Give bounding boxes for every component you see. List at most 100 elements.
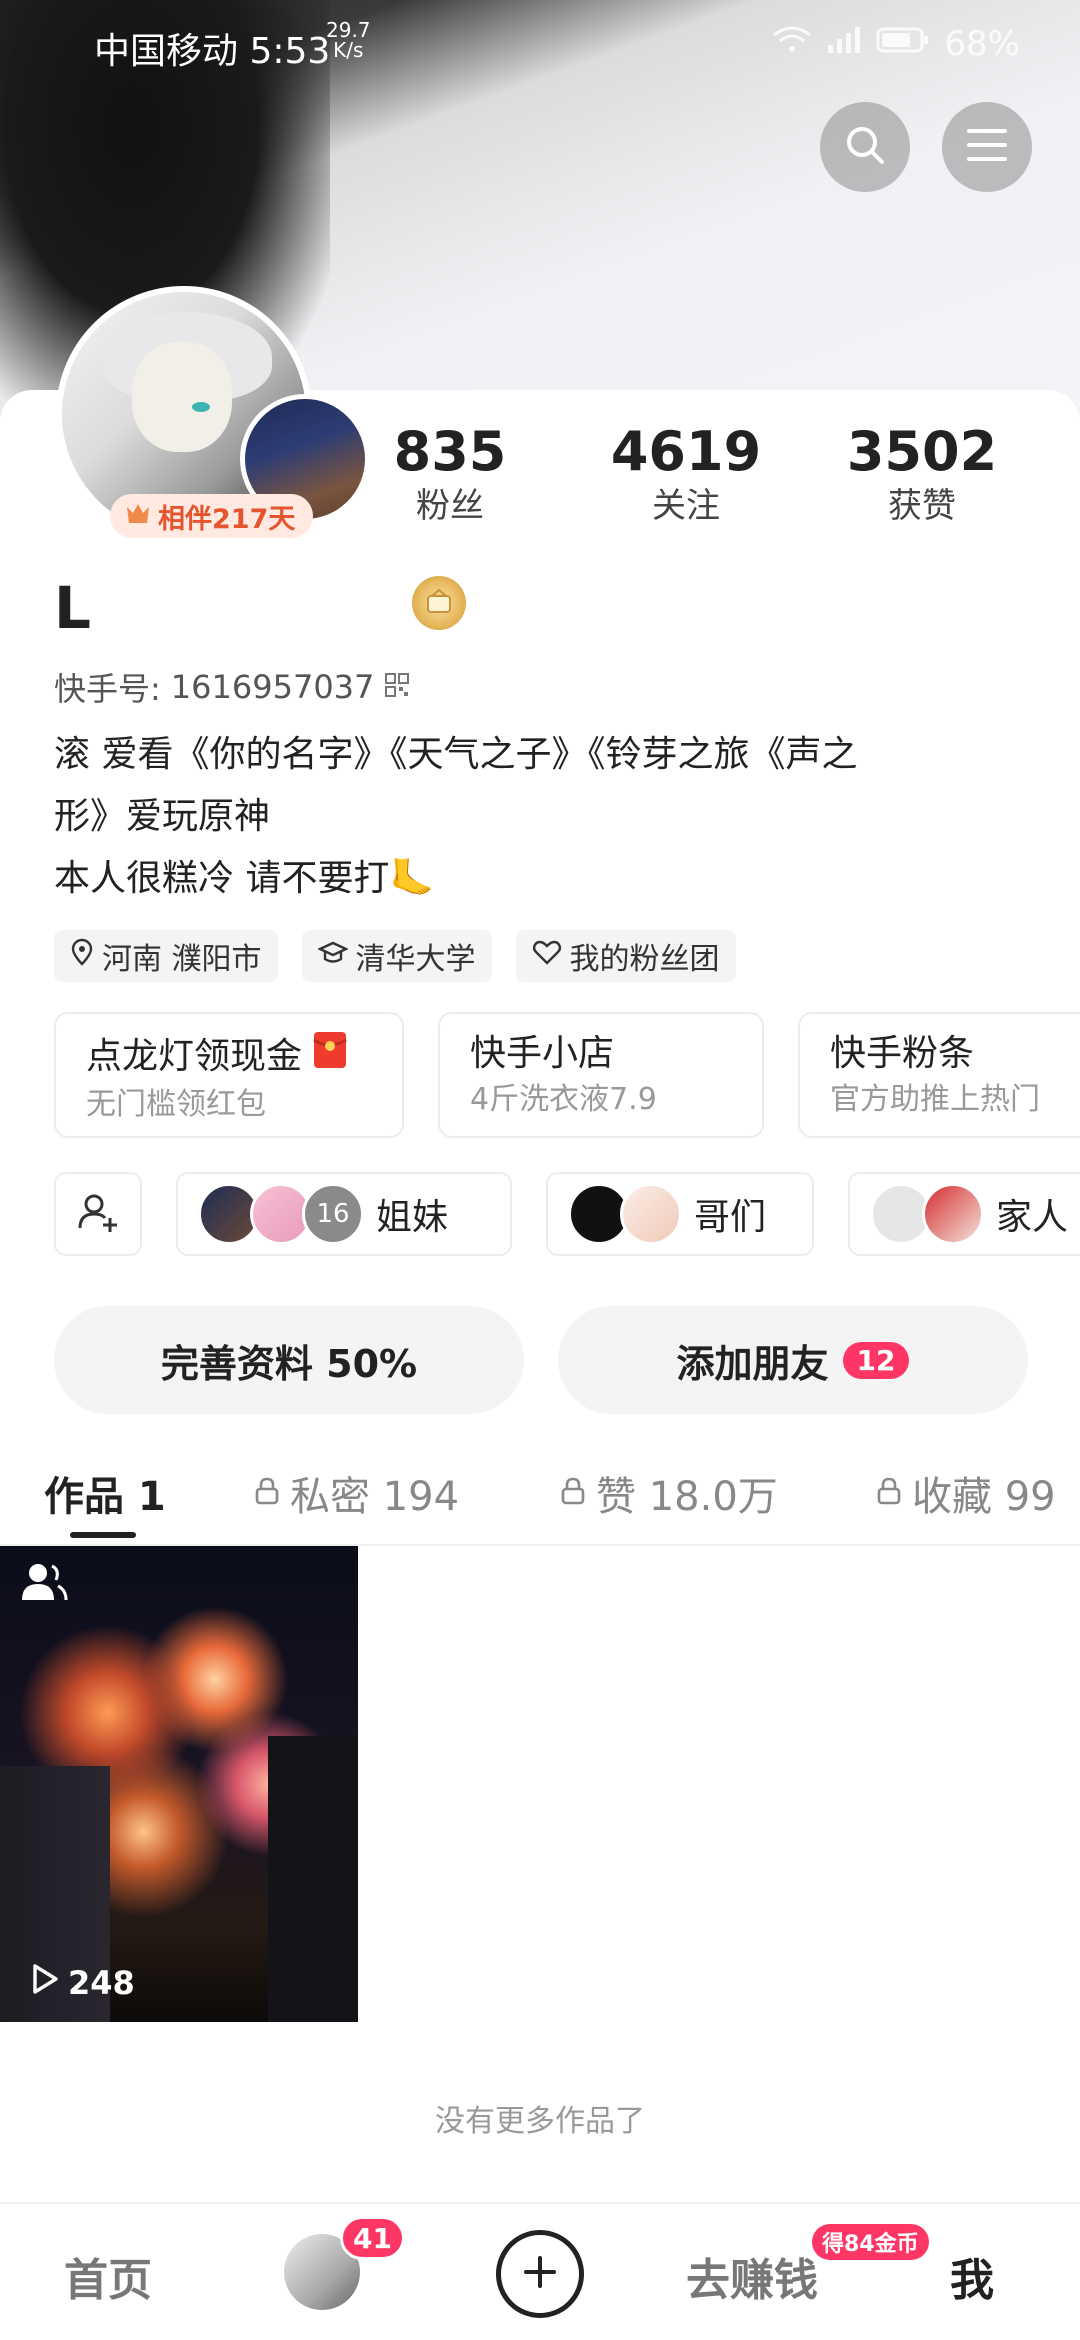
stat-label: 关注 xyxy=(652,486,720,526)
play-count-value: 248 xyxy=(68,1964,135,2002)
stat-following[interactable]: 4619 关注 xyxy=(606,420,766,528)
network-speed: 29.7 K/s xyxy=(326,20,371,60)
group-label: 哥们 xyxy=(694,1197,767,1238)
member-avatar xyxy=(620,1183,682,1245)
tab-label: 私密 194 xyxy=(290,1474,460,1520)
group-bros[interactable]: 哥们 xyxy=(546,1172,814,1256)
nav-me[interactable]: 我 xyxy=(950,2244,994,2308)
speed-unit: K/s xyxy=(333,38,364,62)
friend-groups: 16 姐妹 哥们 家人 xyxy=(54,1172,1080,1256)
add-friends-button[interactable]: 添加朋友 12 xyxy=(558,1306,1028,1414)
complete-profile-button[interactable]: 完善资料 50% xyxy=(54,1306,524,1414)
active-tab-indicator xyxy=(70,1532,136,1538)
tab-label: 作品 1 xyxy=(44,1474,166,1520)
qr-code-icon[interactable] xyxy=(384,668,410,706)
complete-profile-label: 完善资料 50% xyxy=(160,1341,418,1386)
lock-icon xyxy=(560,1470,586,1516)
battery-percent: 68% xyxy=(944,24,1020,64)
card-shop[interactable]: 快手小店 4斤洗衣液7.9 xyxy=(438,1012,764,1138)
add-user-icon xyxy=(76,1190,120,1238)
tab-private[interactable]: 私密 194 xyxy=(254,1464,459,1522)
profile-actions: 完善资料 50% 添加朋友 12 xyxy=(54,1306,1028,1414)
tab-label: 赞 18.0万 xyxy=(596,1474,778,1520)
service-cards: 点龙灯领现金 无门槛领红包 快手小店 4斤洗衣液7.9 快手粉条 官方助推上热门 xyxy=(54,1012,1080,1138)
tag-location[interactable]: 河南 濮阳市 xyxy=(54,930,278,982)
search-button[interactable] xyxy=(820,102,910,192)
stat-value: 3502 xyxy=(846,420,998,483)
tab-label: 收藏 99 xyxy=(912,1474,1056,1520)
no-more-works: 没有更多作品了 xyxy=(435,2104,645,2139)
carrier-time: 中国移动 5:53 xyxy=(94,31,331,72)
avatar-face xyxy=(132,342,232,452)
member-avatar xyxy=(922,1183,984,1245)
card-subtitle: 4斤洗衣液7.9 xyxy=(470,1082,657,1117)
lock-icon xyxy=(876,1470,902,1516)
thumb-building xyxy=(268,1736,358,2022)
create-button[interactable] xyxy=(496,2230,584,2318)
bio-line: 本人很糕冷 请不要打🦶 xyxy=(54,858,435,899)
stat-value: 4619 xyxy=(610,420,762,483)
lock-icon xyxy=(254,1470,280,1516)
companion-badge-label: 相伴217天 xyxy=(158,503,296,535)
stat-label: 获赞 xyxy=(888,486,956,526)
stat-fans[interactable]: 835 粉丝 xyxy=(370,420,530,528)
group-sisters[interactable]: 16 姐妹 xyxy=(176,1172,512,1256)
kuaishou-id-value: 1616957037 xyxy=(170,668,375,706)
stat-label: 粉丝 xyxy=(416,486,484,526)
medal-badge-icon[interactable] xyxy=(412,576,466,630)
coin-reward-badge: 得84金币 xyxy=(812,2224,929,2260)
graduation-cap-icon xyxy=(316,939,349,974)
kuaishou-id[interactable]: 快手号: 1616957037 xyxy=(54,664,410,710)
group-label: 姐妹 xyxy=(376,1197,449,1238)
stat-value: 835 xyxy=(393,420,507,483)
bio-line: 滚 爱看《你的名字》《天气之子》《铃芽之旅《声之 xyxy=(54,734,858,775)
status-right: 68% xyxy=(772,24,1020,64)
menu-icon xyxy=(965,125,1009,169)
nav-earn[interactable]: 去赚钱 xyxy=(686,2244,818,2308)
tag-school[interactable]: 清华大学 xyxy=(301,930,492,982)
card-subtitle: 官方助推上热门 xyxy=(830,1082,1040,1117)
location-pin-icon xyxy=(70,938,94,974)
add-friends-count: 12 xyxy=(842,1341,910,1379)
companion-badge[interactable]: 相伴217天 xyxy=(110,494,314,538)
nav-home[interactable]: 首页 xyxy=(64,2244,152,2308)
kuaishou-id-label: 快手号: xyxy=(54,670,161,708)
tab-works[interactable]: 作品 1 xyxy=(44,1464,166,1522)
add-group-button[interactable] xyxy=(54,1172,142,1256)
play-icon xyxy=(30,1962,60,2004)
signal-icon xyxy=(826,24,862,64)
battery-icon xyxy=(876,24,930,64)
notification-badge: 41 xyxy=(340,2216,405,2260)
speed-value: 29.7 xyxy=(326,18,371,42)
card-lantern-cash[interactable]: 点龙灯领现金 无门槛领红包 xyxy=(54,1012,404,1138)
bottom-nav: 首页 41 去赚钱 得84金币 我 xyxy=(0,2202,1080,2340)
tag-fan-club[interactable]: 我的粉丝团 xyxy=(515,930,736,982)
card-subtitle: 无门槛领红包 xyxy=(86,1087,266,1122)
crown-icon xyxy=(124,499,152,534)
tab-liked[interactable]: 赞 18.0万 xyxy=(560,1464,778,1522)
card-title: 快手粉条 xyxy=(830,1033,975,1074)
member-count: 16 xyxy=(302,1183,364,1245)
work-thumbnail[interactable] xyxy=(0,1546,358,2022)
search-icon xyxy=(842,122,888,172)
profile-tags: 河南 濮阳市 清华大学 我的粉丝团 xyxy=(54,930,736,982)
card-boost[interactable]: 快手粉条 官方助推上热门 xyxy=(798,1012,1080,1138)
heart-icon xyxy=(532,939,562,974)
add-friends-label: 添加朋友 xyxy=(676,1341,829,1386)
card-title: 点龙灯领现金 xyxy=(86,1035,303,1077)
wifi-icon xyxy=(772,24,812,64)
group-visible-icon xyxy=(18,1560,70,1608)
stat-likes[interactable]: 3502 获赞 xyxy=(842,420,1002,528)
status-bar: 中国移动 5:53 29.7 K/s 68% xyxy=(0,0,1080,90)
tag-label: 河南 濮阳市 xyxy=(102,942,262,977)
bio-line: 形》爱玩原神 xyxy=(54,796,271,837)
bio: 滚 爱看《你的名字》《天气之子》《铃芽之旅《声之 形》爱玩原神 本人很糕冷 请不… xyxy=(54,724,994,910)
tag-label: 我的粉丝团 xyxy=(569,942,720,977)
tag-label: 清华大学 xyxy=(355,942,476,977)
tab-favorites[interactable]: 收藏 99 xyxy=(876,1464,1056,1522)
content-tabs: 作品 1 私密 194 赞 18.0万 收藏 99 xyxy=(0,1456,1080,1546)
plus-icon xyxy=(520,2252,560,2296)
group-family[interactable]: 家人 xyxy=(848,1172,1080,1256)
menu-button[interactable] xyxy=(942,102,1032,192)
play-count: 248 xyxy=(30,1962,135,2004)
